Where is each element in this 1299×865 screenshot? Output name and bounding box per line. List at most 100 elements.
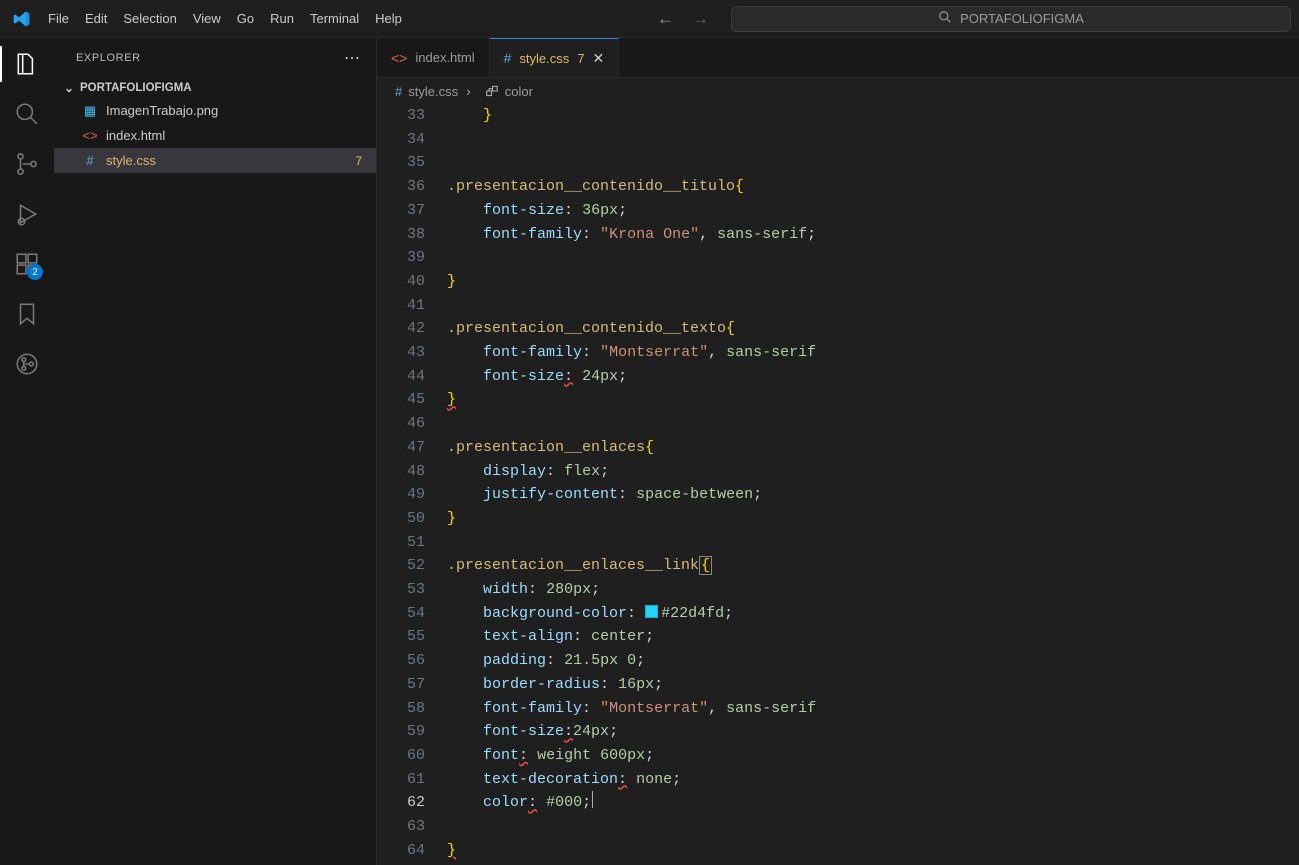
code-line[interactable]: 60 font: weight 600px; [377, 744, 1299, 768]
line-number: 33 [377, 104, 447, 128]
line-number: 34 [377, 128, 447, 152]
code-line[interactable]: 55 text-align: center; [377, 625, 1299, 649]
line-content: } [447, 270, 456, 294]
search-text: PORTAFOLIOFIGMA [960, 11, 1084, 26]
html-file-icon: <> [391, 50, 407, 66]
line-number: 42 [377, 317, 447, 341]
line-content: text-decoration: none; [447, 768, 681, 792]
line-content: border-radius: 16px; [447, 673, 663, 697]
code-line[interactable]: 34 [377, 128, 1299, 152]
tab-modified-count: 7 [577, 51, 584, 66]
code-line[interactable]: 39 [377, 246, 1299, 270]
line-content: .presentacion__contenido__texto{ [447, 317, 735, 341]
code-line[interactable]: 44 font-size: 24px; [377, 365, 1299, 389]
menu-item-view[interactable]: View [185, 7, 229, 30]
activity-run-debug-icon[interactable] [13, 200, 41, 228]
symbol-icon [485, 84, 499, 98]
activity-search-icon[interactable] [13, 100, 41, 128]
code-line[interactable]: 56 padding: 21.5px 0; [377, 649, 1299, 673]
code-line[interactable]: 33 } [377, 104, 1299, 128]
line-number: 43 [377, 341, 447, 365]
code-line[interactable]: 41 [377, 294, 1299, 318]
line-number: 39 [377, 246, 447, 270]
code-line[interactable]: 63 [377, 815, 1299, 839]
menu-item-terminal[interactable]: Terminal [302, 7, 367, 30]
line-number: 60 [377, 744, 447, 768]
code-line[interactable]: 46 [377, 412, 1299, 436]
activity-extensions-icon[interactable]: 2 [13, 250, 41, 278]
activity-git-graph-icon[interactable] [13, 350, 41, 378]
code-line[interactable]: 58 font-family: "Montserrat", sans-serif [377, 697, 1299, 721]
code-line[interactable]: 48 display: flex; [377, 460, 1299, 484]
breadcrumbs[interactable]: # style.css › color [377, 78, 1299, 104]
code-line[interactable]: 54 background-color: #22d4fd; [377, 602, 1299, 626]
activity-bookmark-icon[interactable] [13, 300, 41, 328]
code-line[interactable]: 35 [377, 151, 1299, 175]
nav-forward-icon[interactable]: → [692, 9, 709, 29]
line-number: 46 [377, 412, 447, 436]
file-label: style.css [106, 153, 347, 168]
file-row[interactable]: #style.css7 [54, 148, 376, 173]
code-line[interactable]: 43 font-family: "Montserrat", sans-serif [377, 341, 1299, 365]
code-line[interactable]: 37 font-size: 36px; [377, 199, 1299, 223]
code-line[interactable]: 51 [377, 531, 1299, 555]
line-content: padding: 21.5px 0; [447, 649, 645, 673]
line-content: font-family: "Montserrat", sans-serif [447, 697, 816, 721]
code-line[interactable]: 45} [377, 388, 1299, 412]
folder-header[interactable]: ⌄ PORTAFOLIOFIGMA [54, 78, 376, 98]
line-number: 61 [377, 768, 447, 792]
code-line[interactable]: 47.presentacion__enlaces{ [377, 436, 1299, 460]
file-tree: ▦ImagenTrabajo.png<>index.html#style.css… [54, 98, 376, 173]
menu-item-file[interactable]: File [40, 7, 77, 30]
line-number: 35 [377, 151, 447, 175]
line-number: 58 [377, 697, 447, 721]
close-icon[interactable]: ✕ [592, 50, 604, 67]
file-label: index.html [106, 128, 376, 143]
line-content: display: flex; [447, 460, 609, 484]
activity-bar: 2 [0, 38, 54, 865]
line-content: background-color: #22d4fd; [447, 602, 733, 626]
code-line[interactable]: 64} [377, 839, 1299, 863]
line-number: 44 [377, 365, 447, 389]
editor-tab[interactable]: <> index.html [377, 38, 490, 77]
code-line[interactable]: 36.presentacion__contenido__titulo{ [377, 175, 1299, 199]
code-line[interactable]: 61 text-decoration: none; [377, 768, 1299, 792]
code-line[interactable]: 52.presentacion__enlaces__link{ [377, 554, 1299, 578]
file-label: ImagenTrabajo.png [106, 103, 376, 118]
line-content: font-size:24px; [447, 720, 618, 744]
vscode-logo-icon [8, 10, 36, 28]
line-number: 64 [377, 839, 447, 863]
activity-explorer-icon[interactable] [13, 50, 41, 78]
code-line[interactable]: 49 justify-content: space-between; [377, 483, 1299, 507]
editor-tab[interactable]: #style.css7✕ [490, 38, 620, 77]
tab-label: index.html [415, 50, 474, 65]
code-editor[interactable]: 33 }343536.presentacion__contenido__titu… [377, 104, 1299, 865]
line-content: text-align: center; [447, 625, 654, 649]
code-line[interactable]: 57 border-radius: 16px; [377, 673, 1299, 697]
menu-item-help[interactable]: Help [367, 7, 410, 30]
menu-item-go[interactable]: Go [229, 7, 262, 30]
sidebar-more-icon[interactable]: ⋯ [344, 48, 362, 68]
line-content: .presentacion__enlaces{ [447, 436, 654, 460]
line-number: 49 [377, 483, 447, 507]
file-row[interactable]: ▦ImagenTrabajo.png [54, 98, 376, 123]
command-center-search[interactable]: PORTAFOLIOFIGMA [731, 6, 1291, 32]
file-row[interactable]: <>index.html [54, 123, 376, 148]
nav-back-icon[interactable]: ← [657, 9, 674, 29]
code-line[interactable]: 38 font-family: "Krona One", sans-serif; [377, 223, 1299, 247]
menu-item-edit[interactable]: Edit [77, 7, 115, 30]
line-number: 53 [377, 578, 447, 602]
menu-item-selection[interactable]: Selection [115, 7, 184, 30]
code-line[interactable]: 59 font-size:24px; [377, 720, 1299, 744]
menu-item-run[interactable]: Run [262, 7, 302, 30]
code-line[interactable]: 40} [377, 270, 1299, 294]
code-line[interactable]: 42.presentacion__contenido__texto{ [377, 317, 1299, 341]
line-number: 36 [377, 175, 447, 199]
code-line[interactable]: 50} [377, 507, 1299, 531]
line-number: 48 [377, 460, 447, 484]
code-line[interactable]: 53 width: 280px; [377, 578, 1299, 602]
explorer-sidebar: EXPLORER ⋯ ⌄ PORTAFOLIOFIGMA ▦ImagenTrab… [54, 38, 377, 865]
line-content: } [447, 507, 456, 531]
code-line[interactable]: 62 color: #000; [377, 791, 1299, 815]
activity-source-control-icon[interactable] [13, 150, 41, 178]
